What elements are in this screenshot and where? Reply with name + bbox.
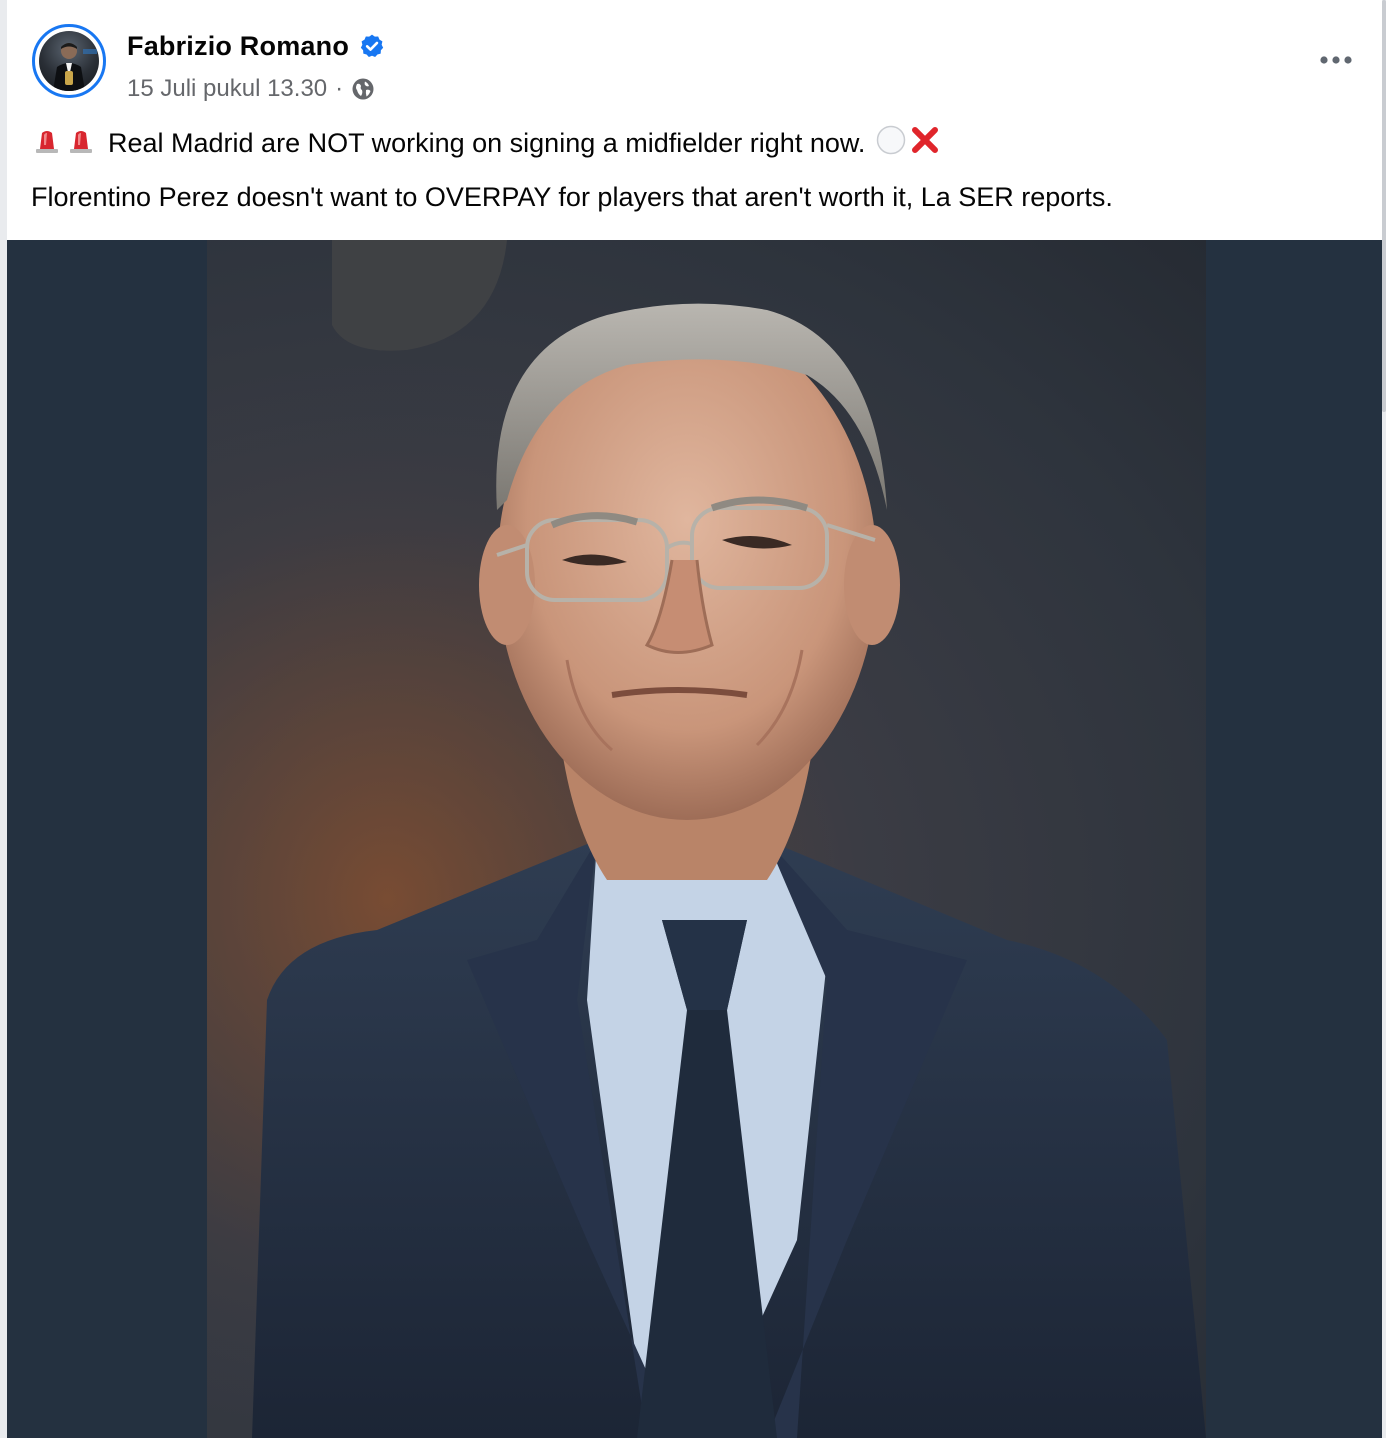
scrollbar-thumb[interactable] [1382,0,1386,412]
more-options-icon [1320,56,1352,64]
post-timestamp[interactable]: 15 Juli pukul 13.30 [127,75,327,103]
white-circle-icon [875,124,907,163]
post-text-line-2-content: Florentino Perez doesn't want to OVERPAY… [31,181,1113,212]
author-row: Fabrizio Romano [127,28,385,64]
post-text-line-1: Real Madrid are NOT working on signing a… [32,122,941,164]
left-page-edge [0,0,7,1438]
author-avatar[interactable] [32,24,106,98]
scrollbar-track[interactable] [1382,0,1386,1438]
portrait-photo-illustration [207,240,1206,1438]
cross-mark-icon [909,124,941,163]
profile-photo [39,31,99,91]
post-media[interactable] [7,240,1382,1438]
meta-separator: · [335,75,344,102]
author-name[interactable]: Fabrizio Romano [127,31,349,62]
more-options-button[interactable] [1314,40,1358,80]
siren-icon [32,125,62,162]
post-photo[interactable] [207,240,1206,1438]
facebook-post: Fabrizio Romano 15 Juli pukul 13.30 · Re… [0,0,1386,1438]
person-silhouette-icon [53,43,97,91]
globe-icon[interactable] [351,77,375,101]
post-text-line-1-content: Real Madrid are NOT working on signing a… [108,127,866,158]
verified-badge-icon [359,33,385,59]
post-text-line-2: Florentino Perez doesn't want to OVERPAY… [31,176,1113,218]
siren-icon [66,125,96,162]
post-meta: 15 Juli pukul 13.30 · [127,72,375,106]
